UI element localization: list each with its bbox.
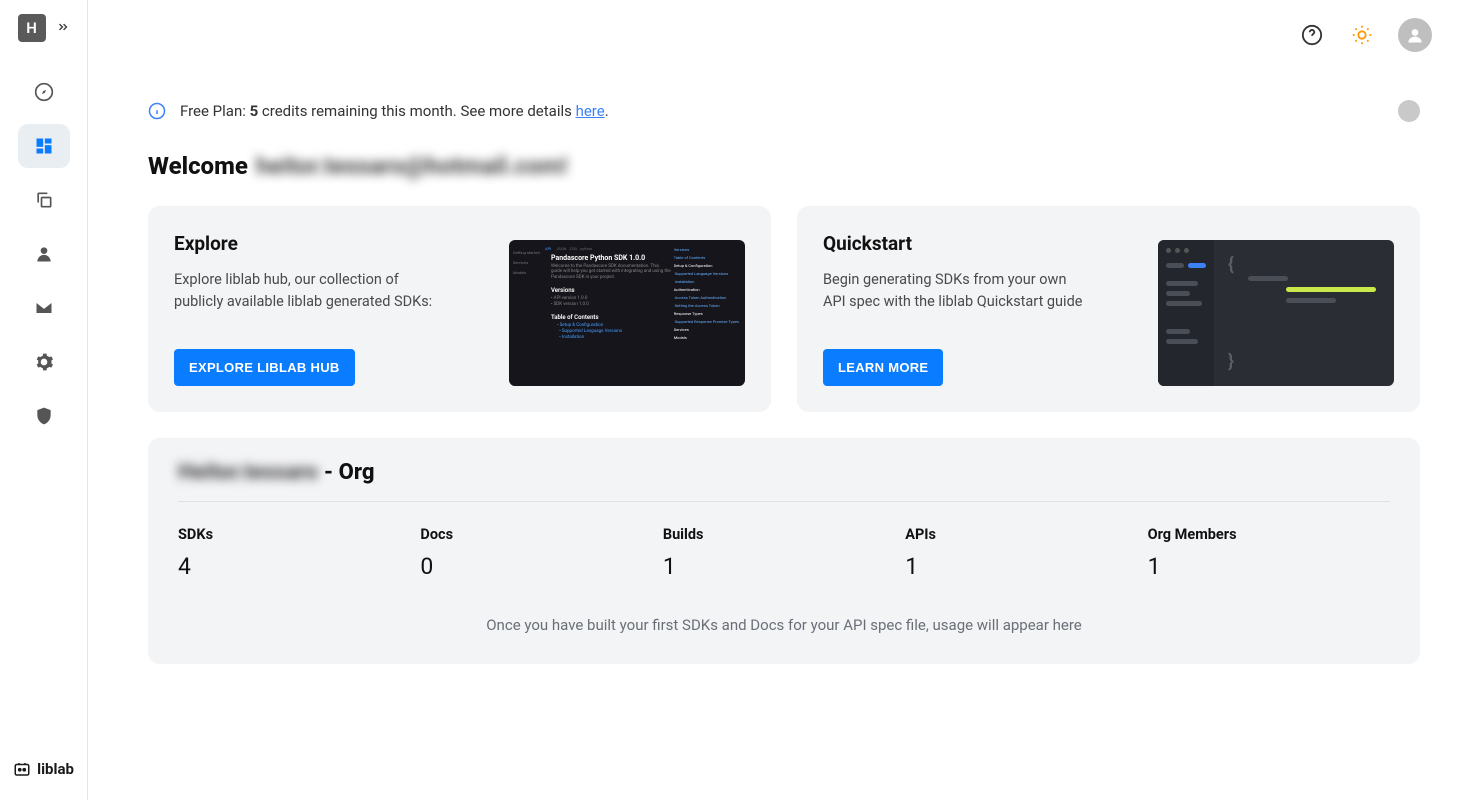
nav-users[interactable] xyxy=(18,232,70,276)
stat-members: Org Members 1 xyxy=(1148,526,1390,580)
nav-settings[interactable] xyxy=(18,340,70,384)
brand-logo[interactable]: liblab xyxy=(13,760,74,778)
stat-value: 1 xyxy=(663,553,905,580)
plan-suffix: . xyxy=(605,102,609,120)
explore-desc: Explore liblab hub, our collection of pu… xyxy=(174,269,434,313)
stat-value: 1 xyxy=(905,553,1147,580)
stat-label: SDKs xyxy=(178,526,420,543)
quickstart-desc: Begin generating SDKs from your own API … xyxy=(823,269,1083,313)
welcome-label: Welcome xyxy=(148,152,248,180)
quickstart-button[interactable]: LEARN MORE xyxy=(823,349,943,386)
org-suffix: - Org xyxy=(324,460,375,485)
welcome-heading: Welcome heitor.tessaro@hotmail.com! xyxy=(148,152,1420,180)
org-avatar[interactable]: H xyxy=(18,14,46,42)
quickstart-card: Quickstart Begin generating SDKs from yo… xyxy=(797,206,1420,412)
plan-mid: credits remaining this month. See more d… xyxy=(258,102,575,120)
brand-name: liblab xyxy=(37,760,74,778)
plan-count: 5 xyxy=(250,102,259,120)
nav-messages[interactable] xyxy=(18,286,70,330)
quickstart-preview-image: { } xyxy=(1158,240,1394,386)
org-name: Heitor.tessaro xyxy=(178,460,318,485)
welcome-user: heitor.tessaro@hotmail.com! xyxy=(256,152,568,180)
stat-docs: Docs 0 xyxy=(420,526,662,580)
topbar xyxy=(1298,18,1432,52)
user-avatar[interactable] xyxy=(1398,18,1432,52)
explore-card: Explore Explore liblab hub, our collecti… xyxy=(148,206,771,412)
help-icon[interactable] xyxy=(1298,21,1326,49)
info-icon xyxy=(148,102,166,120)
stat-sdks: SDKs 4 xyxy=(178,526,420,580)
plan-prefix: Free Plan: xyxy=(180,102,250,120)
theme-toggle-icon[interactable] xyxy=(1348,21,1376,49)
expand-sidebar-icon[interactable] xyxy=(56,19,70,38)
banner-avatar xyxy=(1398,100,1420,122)
stat-label: Org Members xyxy=(1148,526,1390,543)
org-card: Heitor.tessaro - Org SDKs 4 Docs 0 Build… xyxy=(148,438,1420,664)
usage-note: Once you have built your first SDKs and … xyxy=(178,616,1390,634)
nav-explore[interactable] xyxy=(18,70,70,114)
stat-value: 4 xyxy=(178,553,420,580)
explore-button[interactable]: EXPLORE LIBLAB HUB xyxy=(174,349,355,386)
nav-dashboard[interactable] xyxy=(18,124,70,168)
stat-value: 0 xyxy=(420,553,662,580)
org-title: Heitor.tessaro - Org xyxy=(178,460,1390,502)
sidebar: H xyxy=(0,0,88,800)
stat-label: Builds xyxy=(663,526,905,543)
stat-apis: APIs 1 xyxy=(905,526,1147,580)
plan-details-link[interactable]: here xyxy=(576,102,605,120)
explore-preview-image: Getting startedServicesModels API JSON Z… xyxy=(509,240,745,386)
stat-label: Docs xyxy=(420,526,662,543)
stat-value: 1 xyxy=(1148,553,1390,580)
plan-banner: Free Plan: 5 credits remaining this mont… xyxy=(148,100,1420,122)
explore-title: Explore xyxy=(174,232,489,255)
org-stats: SDKs 4 Docs 0 Builds 1 APIs 1 xyxy=(178,526,1390,580)
main-content: Free Plan: 5 credits remaining this mont… xyxy=(88,0,1460,800)
quickstart-title: Quickstart xyxy=(823,232,1138,255)
nav-copy[interactable] xyxy=(18,178,70,222)
stat-label: APIs xyxy=(905,526,1147,543)
nav-security[interactable] xyxy=(18,394,70,438)
stat-builds: Builds 1 xyxy=(663,526,905,580)
